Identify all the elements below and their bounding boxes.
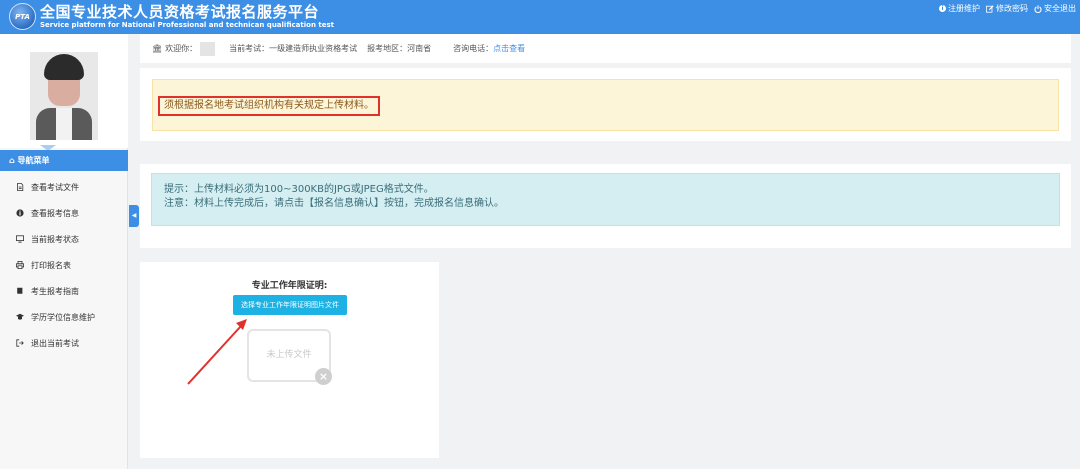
tips-card: 提示：上传材料必须为100~300KB的JPG或JPEG格式文件。 注意：材料上… xyxy=(140,164,1071,248)
info-icon: i xyxy=(939,5,946,12)
sidebar-item-registration-info[interactable]: 查看报考信息 xyxy=(0,200,128,226)
logout-link[interactable]: 安全退出 xyxy=(1034,3,1076,14)
region-label: 报考地区： xyxy=(367,44,408,53)
top-header: PTA 全国专业技术人员资格考试报名服务平台 Service platform … xyxy=(0,0,1080,34)
platform-title: 全国专业技术人员资格考试报名服务平台 xyxy=(40,3,320,21)
sidebar-item-label: 打印报名表 xyxy=(31,260,71,270)
bank-icon: 🏛 xyxy=(152,44,163,53)
close-icon[interactable]: × xyxy=(315,368,332,385)
sidebar-item-label: 考生报考指南 xyxy=(31,286,79,296)
sidebar-item-label: 查看考试文件 xyxy=(31,182,79,192)
sidebar-item-exam-files[interactable]: 查看考试文件 xyxy=(0,174,128,200)
edit-icon xyxy=(986,4,994,13)
sidebar-item-status[interactable]: 当前报考状态 xyxy=(0,226,128,252)
sidebar: ⌂ 导航菜单 查看考试文件 查看报考信息 当前报考状态 打印报名表 考生报考指南… xyxy=(0,34,128,469)
pta-logo: PTA xyxy=(9,3,36,30)
user-name xyxy=(200,41,216,56)
header-links: i 注册维护 修改密码 安全退出 xyxy=(939,3,1076,14)
monitor-icon xyxy=(16,235,24,243)
change-password-link[interactable]: 修改密码 xyxy=(986,3,1028,14)
sidebar-item-label: 学历学位信息维护 xyxy=(31,312,95,322)
current-exam-value: 一级建造师执业资格考试 xyxy=(269,44,358,53)
sidebar-item-print-form[interactable]: 打印报名表 xyxy=(0,252,128,278)
sidebar-item-label: 当前报考状态 xyxy=(31,234,79,244)
warning-alert: 须根据报名地考试组织机构有关规定上传材料。 xyxy=(152,79,1059,131)
region-value: 河南省 xyxy=(407,44,432,53)
nav-menu-header: ⌂ 导航菜单 xyxy=(0,150,128,171)
phone-view-link[interactable]: 点击查看 xyxy=(493,43,525,54)
home-icon: ⌂ xyxy=(9,156,18,165)
upload-title: 专业工作年限证明: xyxy=(251,281,328,291)
change-password-label: 修改密码 xyxy=(996,4,1028,13)
sidebar-item-label: 退出当前考试 xyxy=(31,338,79,348)
warning-card: 须根据报名地考试组织机构有关规定上传材料。 xyxy=(140,68,1071,141)
sign-out-icon xyxy=(16,339,24,347)
power-icon xyxy=(1034,4,1042,13)
avatar-area xyxy=(0,34,128,151)
logout-label: 安全退出 xyxy=(1044,4,1076,13)
platform-subtitle: Service platform for National Profession… xyxy=(40,21,334,29)
avatar xyxy=(30,52,98,140)
register-maintain-label: 注册维护 xyxy=(948,4,980,13)
tip-line-confirm: 注意：材料上传完成后，请点击【报名信息确认】按钮，完成报名信息确认。 xyxy=(164,198,504,209)
user-info-bar: 🏛 欢迎你： 当前考试： 一级建造师执业资格考试 报考地区： 河南省 咨询电话：… xyxy=(140,34,1071,63)
tips-alert: 提示：上传材料必须为100~300KB的JPG或JPEG格式文件。 注意：材料上… xyxy=(151,173,1060,226)
info-icon xyxy=(16,209,24,217)
current-exam-label: 当前考试： xyxy=(229,44,270,53)
graduation-cap-icon xyxy=(16,313,24,320)
select-file-button[interactable]: 选择专业工作年限证明图片文件 xyxy=(233,295,347,315)
sidebar-item-guide[interactable]: 考生报考指南 xyxy=(0,278,128,304)
sidebar-item-education[interactable]: 学历学位信息维护 xyxy=(0,304,128,330)
nav-menu-label: 导航菜单 xyxy=(17,156,50,165)
welcome-label: 欢迎你： xyxy=(165,44,198,53)
file-icon xyxy=(17,183,24,191)
book-icon xyxy=(17,287,23,294)
tip-line-format: 提示：上传材料必须为100~300KB的JPG或JPEG格式文件。 xyxy=(164,184,434,195)
warning-text: 须根据报名地考试组织机构有关规定上传材料。 xyxy=(158,96,380,116)
sidebar-item-label: 查看报考信息 xyxy=(31,208,79,218)
phone-label: 咨询电话： xyxy=(453,44,494,53)
sidebar-collapse-button[interactable]: ◀ xyxy=(129,205,139,227)
sidebar-item-exit-exam[interactable]: 退出当前考试 xyxy=(0,330,128,356)
nav-list: 查看考试文件 查看报考信息 当前报考状态 打印报名表 考生报考指南 学历学位信息… xyxy=(0,174,128,356)
print-icon xyxy=(16,261,24,269)
upload-card: 专业工作年限证明: 选择专业工作年限证明图片文件 未上传文件 × xyxy=(140,262,439,458)
register-maintain-link[interactable]: i 注册维护 xyxy=(939,3,980,14)
